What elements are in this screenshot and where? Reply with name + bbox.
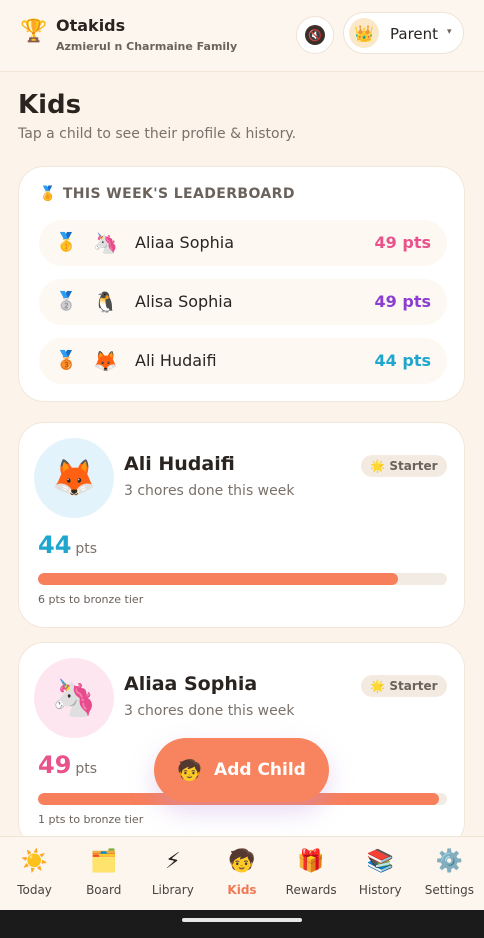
kid-card[interactable]: 🦊 Ali Hudaifi 3 chores done this week 🌟 S…	[18, 422, 465, 628]
kid-name: Ali Hudaifi	[124, 453, 235, 475]
tier-label: Starter	[389, 459, 438, 473]
leaderboard-heading: 🏅 THIS WEEK'S LEADERBOARD	[39, 186, 295, 202]
penguin-icon: 🐧	[93, 290, 118, 314]
trophy-icon: 🏆	[20, 19, 48, 44]
silver-medal-icon: 🥈	[55, 291, 78, 312]
medal-icon: 🏅	[39, 186, 57, 202]
app-name: Otakids	[56, 16, 126, 35]
kid-points-value: 49	[38, 751, 72, 779]
chevron-down-icon: ▾	[447, 27, 452, 37]
home-indicator[interactable]	[182, 918, 302, 922]
parent-mode-dropdown[interactable]: 👑 Parent ▾	[343, 12, 464, 54]
nav-item-board[interactable]: 🗂️ Board	[69, 837, 138, 910]
unicorn-icon: 🦄	[93, 231, 118, 255]
sound-toggle-button[interactable]: 🔇	[296, 16, 334, 54]
leaderboard-name: Aliaa Sophia	[135, 233, 235, 252]
kid-chores-count: 3 chores done this week	[124, 703, 295, 719]
gift-icon: 🎁	[297, 849, 325, 874]
tier-badge: 🌟 Starter	[361, 455, 447, 477]
kid-points: 49 pts	[38, 751, 97, 779]
child-icon: 🧒	[177, 758, 203, 782]
sun-icon: ☀️	[20, 849, 49, 874]
sound-off-icon: 🔇	[305, 25, 325, 45]
nav-item-kids[interactable]: 🧒 Kids	[207, 837, 276, 910]
tier-progress-bar	[38, 573, 447, 585]
kid-points: 44 pts	[38, 531, 97, 559]
page-title: Kids	[18, 90, 82, 120]
nav-item-settings[interactable]: ⚙️ Settings	[415, 837, 484, 910]
lightning-icon: ⚡	[165, 849, 181, 874]
bottom-nav: ☀️ Today 🗂️ Board ⚡ Library 🧒 Kids 🎁 Rew…	[0, 836, 484, 910]
nav-label: Settings	[424, 883, 475, 897]
kid-points-unit: pts	[75, 761, 98, 777]
nav-item-library[interactable]: ⚡ Library	[138, 837, 207, 910]
leaderboard-title: THIS WEEK'S LEADERBOARD	[62, 186, 295, 202]
gear-icon: ⚙️	[435, 849, 464, 874]
kid-points-unit: pts	[75, 541, 98, 557]
leaderboard-points: 44 pts	[374, 351, 431, 370]
nav-item-today[interactable]: ☀️ Today	[0, 837, 69, 910]
unicorn-icon: 🦄	[34, 658, 114, 738]
nav-label: Kids	[227, 883, 257, 897]
board-icon: 🗂️	[90, 849, 118, 874]
bronze-medal-icon: 🥉	[55, 350, 78, 371]
tier-progress-note: 6 pts to bronze tier	[38, 593, 144, 606]
parent-mode-label: Parent	[390, 25, 439, 43]
nav-label: Library	[151, 883, 194, 897]
fox-icon: 🦊	[93, 349, 118, 373]
leaderboard-row[interactable]: 🥉 🦊 Ali Hudaifi 44 pts	[39, 338, 447, 384]
leaderboard-row[interactable]: 🥈 🐧 Alisa Sophia 49 pts	[39, 279, 447, 325]
crown-icon: 👑	[349, 18, 379, 48]
nav-item-history[interactable]: 📚 History	[346, 837, 415, 910]
tier-progress-note: 1 pts to bronze tier	[38, 813, 144, 826]
leaderboard-name: Ali Hudaifi	[135, 351, 217, 370]
kid-points-value: 44	[38, 531, 72, 559]
nav-label: Board	[86, 883, 122, 897]
tier-progress-fill	[38, 573, 398, 585]
leaderboard-points: 49 pts	[374, 233, 431, 252]
star-icon: 🌟	[370, 459, 386, 473]
leaderboard-points: 49 pts	[374, 292, 431, 311]
nav-label: History	[358, 883, 402, 897]
fox-icon: 🦊	[34, 438, 114, 518]
leaderboard-name: Alisa Sophia	[135, 292, 233, 311]
nav-label: Today	[17, 883, 52, 897]
nav-label: Rewards	[285, 883, 337, 897]
add-child-button[interactable]: 🧒 Add Child	[154, 738, 329, 802]
family-name: Azmierul n Charmaine Family	[56, 40, 238, 53]
page-subtitle: Tap a child to see their profile & histo…	[18, 126, 297, 142]
tier-label: Starter	[389, 679, 438, 693]
tier-badge: 🌟 Starter	[361, 675, 447, 697]
kid-chores-count: 3 chores done this week	[124, 483, 295, 499]
star-icon: 🌟	[370, 679, 386, 693]
gold-medal-icon: 🥇	[55, 232, 78, 253]
leaderboard-card: 🏅 THIS WEEK'S LEADERBOARD 🥇 🦄 Aliaa Sophi…	[18, 166, 465, 402]
system-navigation-bar	[0, 910, 484, 938]
leaderboard-row[interactable]: 🥇 🦄 Aliaa Sophia 49 pts	[39, 220, 447, 266]
child-icon: 🧒	[228, 849, 256, 874]
books-icon: 📚	[366, 849, 394, 874]
add-child-label: Add Child	[214, 760, 306, 780]
nav-item-rewards[interactable]: 🎁 Rewards	[277, 837, 346, 910]
kid-name: Aliaa Sophia	[124, 673, 258, 695]
app-header: 🏆 Otakids Azmierul n Charmaine Family 🔇 …	[0, 0, 484, 72]
